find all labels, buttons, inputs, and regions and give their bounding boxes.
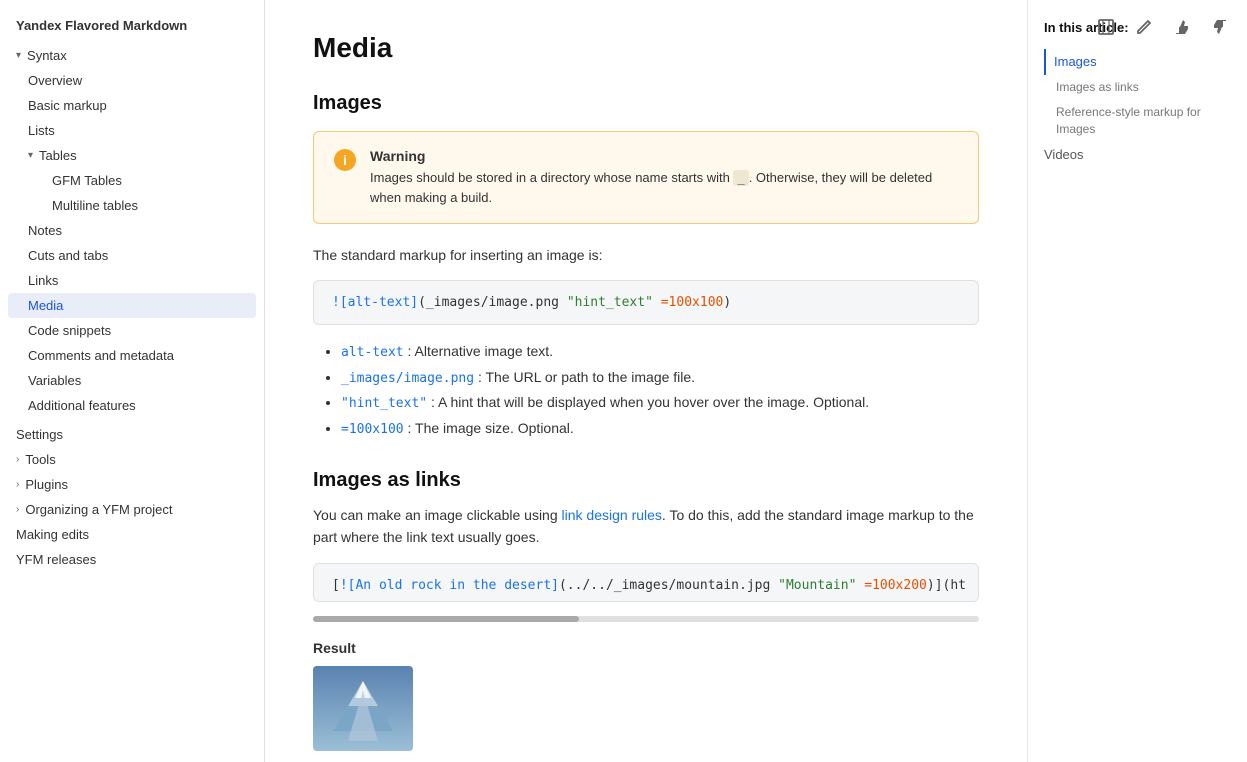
code-block-2-container: [![An old rock in the desert](../../_ima… (313, 563, 979, 622)
sidebar-item-multiline-tables[interactable]: Multiline tables (0, 193, 264, 218)
page-title: Media (313, 32, 979, 64)
sidebar-item-tools[interactable]: › Tools (0, 447, 264, 472)
list-item: _images/image.png : The URL or path to t… (341, 365, 979, 390)
toc-list: Images Images as links Reference-style m… (1044, 49, 1231, 168)
toc-item-images[interactable]: Images (1044, 49, 1231, 75)
feature-list: alt-text : Alternative image text. _imag… (313, 339, 979, 441)
toc-item-images-as-links[interactable]: Images as links (1044, 75, 1231, 100)
sidebar-item-settings[interactable]: Settings (0, 422, 264, 447)
sidebar-item-yfm-releases[interactable]: YFM releases (0, 547, 264, 572)
table-of-contents: In this article: Images Images as links … (1027, 0, 1247, 762)
sidebar-item-code-snippets[interactable]: Code snippets (0, 318, 264, 343)
warning-icon: i (334, 149, 356, 171)
warning-text: Images should be stored in a directory w… (370, 168, 958, 207)
sidebar-item-overview[interactable]: Overview (0, 68, 264, 93)
chevron-organizing-icon: › (16, 504, 19, 515)
list-item: "hint_text" : A hint that will be displa… (341, 390, 979, 415)
list-item: alt-text : Alternative image text. (341, 339, 979, 364)
code-block-2: [![An old rock in the desert](../../_ima… (313, 563, 979, 602)
sidebar-item-cuts-and-tabs[interactable]: Cuts and tabs (0, 243, 264, 268)
list-item: =100x100 : The image size. Optional. (341, 416, 979, 441)
thumbdown-button[interactable] (1205, 12, 1235, 42)
sidebar-item-gfm-tables[interactable]: GFM Tables (0, 168, 264, 193)
section2-intro: You can make an image clickable using li… (313, 504, 979, 549)
toolbar (1091, 12, 1235, 42)
sidebar-item-organizing[interactable]: › Organizing a YFM project (0, 497, 264, 522)
warning-content: Warning Images should be stored in a dir… (370, 148, 958, 207)
sidebar-item-making-edits[interactable]: Making edits (0, 522, 264, 547)
sidebar-item-lists[interactable]: Lists (0, 118, 264, 143)
chevron-plugins-icon: › (16, 479, 19, 490)
sidebar-item-plugins[interactable]: › Plugins (0, 472, 264, 497)
chevron-tools-icon: › (16, 454, 19, 465)
result-image (313, 666, 413, 751)
sidebar-item-variables[interactable]: Variables (0, 368, 264, 393)
sidebar-title[interactable]: Yandex Flavored Markdown (0, 12, 264, 43)
sidebar-item-basic-markup[interactable]: Basic markup (0, 93, 264, 118)
toc-item-videos[interactable]: Videos (1044, 142, 1231, 168)
sidebar: Yandex Flavored Markdown ▾ Syntax Overvi… (0, 0, 265, 762)
sidebar-item-comments-metadata[interactable]: Comments and metadata (0, 343, 264, 368)
sidebar-item-links[interactable]: Links (0, 268, 264, 293)
edit-button[interactable] (1129, 12, 1159, 42)
main-content: Media Images i Warning Images should be … (265, 0, 1027, 762)
scrollbar-track[interactable] (313, 616, 979, 622)
chevron-tables-icon: ▾ (28, 150, 33, 161)
thumbup-button[interactable] (1167, 12, 1197, 42)
section2-title: Images as links (313, 469, 979, 492)
result-label: Result (313, 640, 979, 656)
sidebar-group-tables[interactable]: ▾ Tables (0, 143, 264, 168)
sidebar-item-notes[interactable]: Notes (0, 218, 264, 243)
expand-button[interactable] (1091, 12, 1121, 42)
section1-intro: The standard markup for inserting an ima… (313, 244, 979, 266)
warning-title: Warning (370, 148, 958, 164)
chevron-syntax-icon: ▾ (16, 50, 21, 61)
sidebar-item-additional-features[interactable]: Additional features (0, 393, 264, 418)
warning-box: i Warning Images should be stored in a d… (313, 131, 979, 224)
toc-item-reference-style[interactable]: Reference-style markup for Images (1044, 100, 1231, 142)
code-block-1: ![alt-text](_images/image.png "hint_text… (313, 280, 979, 325)
scrollbar-thumb[interactable] (313, 616, 579, 622)
section1-title: Images (313, 92, 979, 115)
sidebar-group-syntax[interactable]: ▾ Syntax (0, 43, 264, 68)
sidebar-item-media[interactable]: Media (8, 293, 256, 318)
link-design-rules[interactable]: link design rules (562, 507, 662, 523)
